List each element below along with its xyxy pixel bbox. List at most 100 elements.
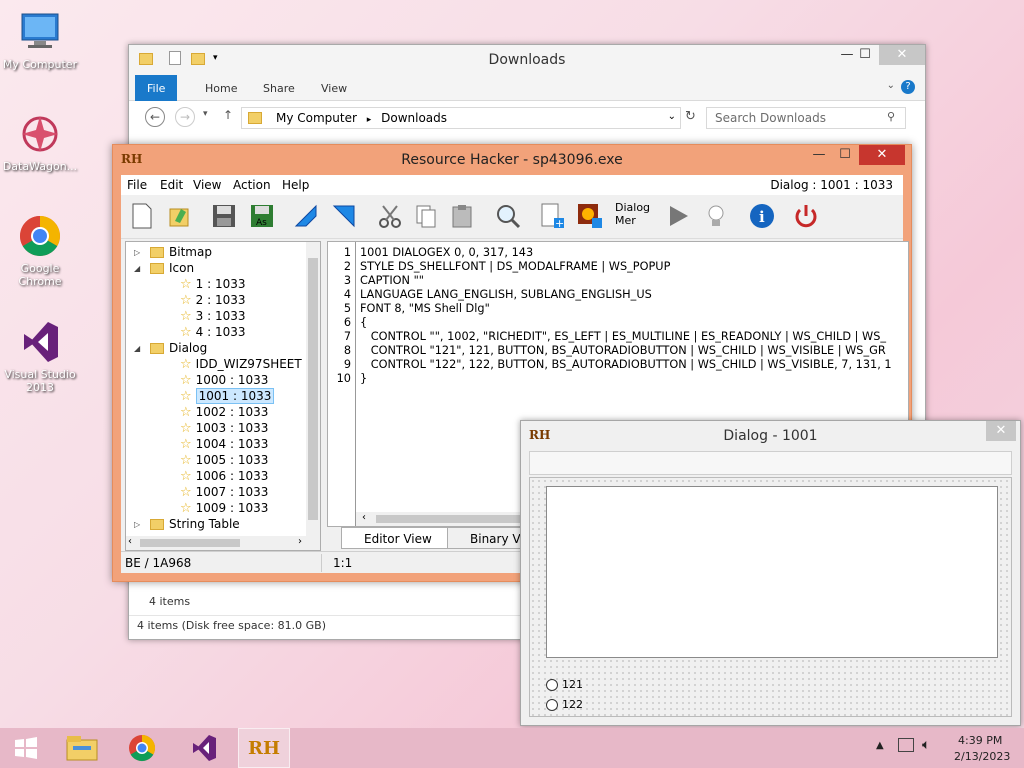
tree-node-label: 4 : 1033: [195, 325, 246, 339]
menu-edit[interactable]: Edit: [160, 178, 183, 192]
start-button[interactable]: [0, 728, 52, 768]
explorer-titlebar[interactable]: ▾ Downloads — ☐ ✕: [129, 45, 925, 75]
save-as-icon[interactable]: As: [247, 201, 277, 231]
maximize-button[interactable]: ☐: [831, 145, 859, 165]
tree-horizontal-scrollbar[interactable]: ‹ ›: [126, 536, 320, 550]
search-input[interactable]: Search Downloads: [706, 107, 906, 129]
open-file-icon[interactable]: [165, 201, 195, 231]
tree-item[interactable]: ☆ 1 : 1033: [180, 276, 246, 292]
scroll-left-icon[interactable]: ‹: [128, 536, 132, 547]
scrollbar-thumb[interactable]: [140, 539, 240, 547]
info-icon[interactable]: i: [747, 201, 777, 231]
resource-tree[interactable]: ▷ Bitmap ◢ Icon ☆ 1 : 1033 ☆ 2 : 1033 ☆ 3 : 1033 ☆…: [125, 241, 321, 551]
save-icon[interactable]: [209, 201, 239, 231]
dialog-design-surface[interactable]: 121 122: [529, 477, 1012, 717]
chevron-down-icon[interactable]: ⌄: [887, 80, 895, 91]
dialog-titlebar[interactable]: RH Dialog - 1001 ✕: [521, 421, 1020, 451]
tree-folder[interactable]: ◢ Icon: [134, 260, 194, 276]
tree-item[interactable]: ☆ 1005 : 1033: [180, 452, 268, 468]
desktop-icon-label: DataWagon...: [2, 160, 78, 173]
network-icon[interactable]: [898, 738, 914, 752]
play-icon[interactable]: [663, 201, 693, 231]
expand-toggle-icon[interactable]: ▷: [134, 248, 150, 257]
search-icon[interactable]: ⚲: [887, 110, 895, 123]
radio-122[interactable]: 122: [546, 698, 583, 711]
rh-titlebar[interactable]: RH Resource Hacker - sp43096.exe — ☐ ✕: [113, 145, 911, 175]
tree-item[interactable]: ☆ 1009 : 1033: [180, 500, 268, 516]
scrollbar-thumb[interactable]: [308, 258, 318, 520]
close-button[interactable]: ✕: [859, 145, 905, 165]
tree-item[interactable]: ☆ 3 : 1033: [180, 308, 246, 324]
tab-editor-view[interactable]: Editor View: [341, 527, 455, 549]
tree-item[interactable]: ☆ 4 : 1033: [180, 324, 246, 340]
show-hidden-icons-icon[interactable]: ▲: [876, 740, 884, 751]
dialog-menu-label-2: Mer: [615, 214, 636, 227]
desktop-icon-my-computer[interactable]: My Computer: [0, 8, 80, 71]
taskbar-resource-hacker[interactable]: RH: [238, 728, 290, 768]
dialog-menu-button[interactable]: Dialog Mer: [615, 201, 657, 233]
find-icon[interactable]: [493, 201, 523, 231]
menu-action[interactable]: Action: [233, 178, 271, 192]
taskbar-explorer[interactable]: [56, 728, 108, 768]
tree-item[interactable]: ☆ 1006 : 1033: [180, 468, 268, 484]
copy-icon[interactable]: [411, 201, 441, 231]
taskbar-chrome[interactable]: [116, 728, 168, 768]
tree-item[interactable]: ☆ 1004 : 1033: [180, 436, 268, 452]
scroll-left-icon[interactable]: ‹: [362, 512, 366, 523]
tab-share[interactable]: Share: [251, 79, 307, 98]
up-icon[interactable]: ↑: [223, 108, 233, 122]
tree-item[interactable]: ☆ IDD_WIZ97SHEET: [180, 356, 302, 372]
import-icon[interactable]: [291, 201, 321, 231]
tab-file[interactable]: File: [135, 75, 178, 101]
cut-icon[interactable]: [375, 201, 405, 231]
breadcrumb-my-computer[interactable]: My Computer: [276, 111, 357, 125]
tree-item[interactable]: ☆ 1000 : 1033: [180, 372, 268, 388]
refresh-icon[interactable]: ↻: [685, 109, 696, 124]
volume-icon[interactable]: 🔈︎: [922, 737, 930, 753]
clock-date[interactable]: 2/13/2023: [954, 750, 1010, 763]
tab-view[interactable]: View: [309, 79, 359, 98]
desktop-icon-visual-studio[interactable]: Visual Studio 2013: [0, 318, 80, 394]
back-icon[interactable]: ←: [145, 107, 165, 127]
tree-item[interactable]: ☆ 1001 : 1033: [180, 388, 275, 404]
menu-view[interactable]: View: [193, 178, 221, 192]
power-icon[interactable]: [791, 201, 821, 231]
lightbulb-icon[interactable]: [701, 201, 731, 231]
desktop-icon-datawagon[interactable]: DataWagon...: [0, 110, 80, 173]
tree-vertical-scrollbar[interactable]: [306, 242, 320, 536]
scroll-right-icon[interactable]: ›: [298, 536, 302, 547]
taskbar-visual-studio[interactable]: [178, 728, 230, 768]
menu-help[interactable]: Help: [282, 178, 309, 192]
tree-folder[interactable]: ▷ Bitmap: [134, 244, 212, 260]
tree-item[interactable]: ☆ 1007 : 1033: [180, 484, 268, 500]
tree-item[interactable]: ☆ 2 : 1033: [180, 292, 246, 308]
new-file-icon[interactable]: [127, 201, 157, 231]
minimize-button[interactable]: —: [805, 145, 833, 165]
tree-folder[interactable]: ▷ String Table: [134, 516, 240, 532]
expand-toggle-icon[interactable]: ▷: [134, 520, 150, 529]
clock-time[interactable]: 4:39 PM: [958, 734, 1002, 747]
tab-home[interactable]: Home: [193, 79, 249, 98]
help-icon[interactable]: ?: [901, 80, 915, 94]
address-box[interactable]: My Computer ▸ Downloads ⌄: [241, 107, 681, 129]
paste-icon[interactable]: [447, 201, 477, 231]
breadcrumb-downloads[interactable]: Downloads: [381, 111, 447, 125]
close-button[interactable]: ✕: [879, 45, 925, 65]
recent-dropdown-icon[interactable]: ▾: [203, 109, 208, 119]
add-image-icon[interactable]: [575, 201, 605, 231]
radio-121[interactable]: 121: [546, 678, 583, 691]
richedit-control[interactable]: [546, 486, 998, 658]
forward-icon[interactable]: →: [175, 107, 195, 127]
desktop-icon-chrome[interactable]: Google Chrome: [0, 212, 80, 288]
maximize-button[interactable]: ☐: [851, 45, 879, 65]
address-dropdown-icon[interactable]: ⌄: [668, 111, 676, 122]
export-icon[interactable]: [329, 201, 359, 231]
add-resource-icon[interactable]: +: [537, 201, 567, 231]
expand-toggle-icon[interactable]: ◢: [134, 264, 150, 273]
tree-item[interactable]: ☆ 1002 : 1033: [180, 404, 268, 420]
menu-file[interactable]: File: [127, 178, 147, 192]
tree-folder[interactable]: ◢ Dialog: [134, 340, 207, 356]
tree-item[interactable]: ☆ 1003 : 1033: [180, 420, 268, 436]
close-button[interactable]: ✕: [986, 421, 1016, 441]
expand-toggle-icon[interactable]: ◢: [134, 344, 150, 353]
